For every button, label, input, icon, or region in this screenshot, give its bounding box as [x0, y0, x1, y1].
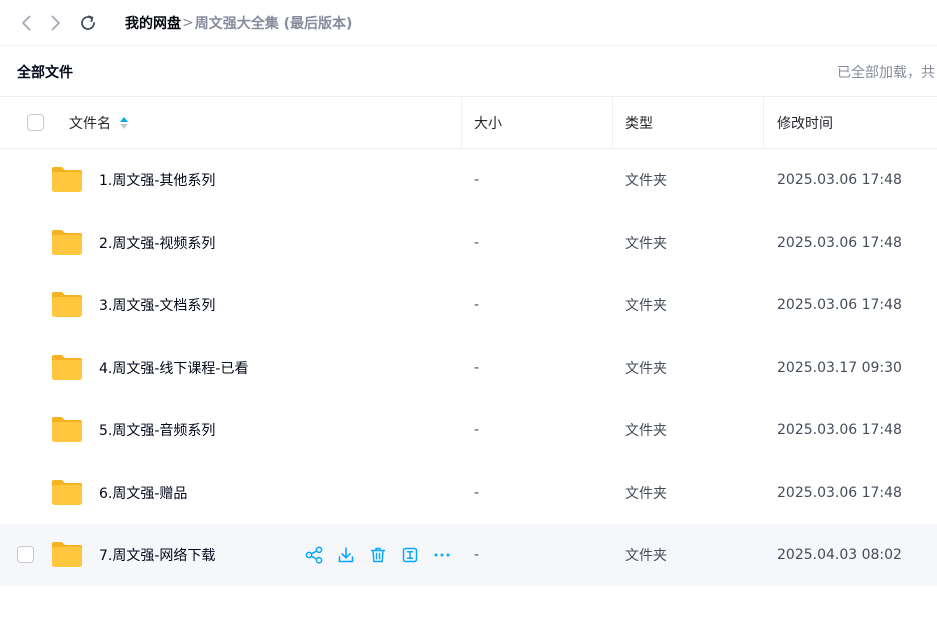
- row-checkbox[interactable]: [17, 546, 34, 563]
- table-row[interactable]: 5.周文强-音频系列 - 文件夹 2025.03.06 17:48: [0, 399, 937, 461]
- table-row[interactable]: 3.周文强-文档系列 - 文件夹 2025.03.06 17:48: [0, 274, 937, 336]
- column-header-size[interactable]: 大小: [474, 97, 502, 148]
- table-row[interactable]: 7.周文强-网络下载 - 文件夹 2025.04.03 08:02: [0, 524, 937, 586]
- share-button[interactable]: [304, 545, 324, 565]
- file-type: 文件夹: [625, 361, 667, 377]
- file-name[interactable]: 6.周文强-赠品: [99, 462, 187, 524]
- file-type: 文件夹: [625, 298, 667, 314]
- delete-icon: [370, 547, 386, 563]
- file-name[interactable]: 2.周文强-视频系列: [99, 212, 215, 274]
- folder-icon: [52, 480, 82, 505]
- file-modified: 2025.04.03 08:02: [777, 547, 902, 563]
- file-type: 文件夹: [625, 423, 667, 439]
- top-bar: 我的网盘 > 周文强大全集 (最后版本): [0, 0, 937, 46]
- rename-icon: [402, 547, 418, 563]
- table-row[interactable]: 1.周文强-其他系列 - 文件夹 2025.03.06 17:48: [0, 149, 937, 211]
- row-actions: [304, 524, 452, 586]
- refresh-icon: [81, 15, 95, 30]
- rename-button[interactable]: [400, 545, 420, 565]
- refresh-button[interactable]: [77, 12, 99, 34]
- forward-button[interactable]: [44, 12, 66, 34]
- folder-icon: [52, 355, 82, 380]
- loaded-status: 已全部加载，共: [837, 65, 935, 81]
- more-icon: [434, 553, 450, 557]
- file-size: -: [474, 297, 480, 313]
- column-header-modified[interactable]: 修改时间: [777, 97, 833, 148]
- folder-icon: [52, 542, 82, 567]
- file-modified: 2025.03.06 17:48: [777, 297, 902, 313]
- download-button[interactable]: [336, 545, 356, 565]
- download-icon: [338, 547, 354, 563]
- file-size: -: [474, 547, 480, 563]
- sort-icon[interactable]: [120, 116, 128, 129]
- share-icon: [305, 546, 323, 564]
- file-modified: 2025.03.17 09:30: [777, 360, 902, 376]
- column-divider: [763, 97, 764, 148]
- breadcrumb: 我的网盘 > 周文强大全集 (最后版本): [125, 13, 352, 33]
- table-row[interactable]: 6.周文强-赠品 - 文件夹 2025.03.06 17:48: [0, 462, 937, 524]
- file-name[interactable]: 4.周文强-线下课程-已看: [99, 337, 248, 399]
- back-icon: [22, 15, 31, 31]
- file-size: -: [474, 422, 480, 438]
- file-size: -: [474, 172, 480, 188]
- file-modified: 2025.03.06 17:48: [777, 422, 902, 438]
- file-size: -: [474, 360, 480, 376]
- folder-icon: [52, 167, 82, 192]
- forward-icon: [51, 15, 60, 31]
- folder-icon: [52, 292, 82, 317]
- file-name[interactable]: 1.周文强-其他系列: [99, 149, 215, 211]
- column-header-name[interactable]: 文件名: [69, 97, 128, 148]
- file-type: 文件夹: [625, 173, 667, 189]
- file-type: 文件夹: [625, 236, 667, 252]
- file-modified: 2025.03.06 17:48: [777, 235, 902, 251]
- folder-icon: [52, 230, 82, 255]
- more-button[interactable]: [432, 545, 452, 565]
- column-divider: [461, 97, 462, 148]
- back-button[interactable]: [16, 12, 38, 34]
- select-all-checkbox[interactable]: [27, 114, 44, 131]
- file-name[interactable]: 7.周文强-网络下载: [99, 524, 215, 586]
- column-divider: [612, 97, 613, 148]
- file-size: -: [474, 235, 480, 251]
- delete-button[interactable]: [368, 545, 388, 565]
- file-type: 文件夹: [625, 548, 667, 564]
- breadcrumb-root[interactable]: 我的网盘: [125, 13, 181, 33]
- file-modified: 2025.03.06 17:48: [777, 172, 902, 188]
- file-modified: 2025.03.06 17:48: [777, 485, 902, 501]
- table-row[interactable]: 2.周文强-视频系列 - 文件夹 2025.03.06 17:48: [0, 212, 937, 274]
- file-name[interactable]: 5.周文强-音频系列: [99, 399, 215, 461]
- breadcrumb-separator: >: [182, 15, 194, 31]
- file-size: -: [474, 485, 480, 501]
- file-name[interactable]: 3.周文强-文档系列: [99, 274, 215, 336]
- section-title: 全部文件: [17, 65, 73, 81]
- column-header-name-label: 文件名: [69, 115, 111, 132]
- folder-icon: [52, 417, 82, 442]
- table-header: 文件名 大小 类型 修改时间: [0, 97, 937, 149]
- table-row[interactable]: 4.周文强-线下课程-已看 - 文件夹 2025.03.17 09:30: [0, 337, 937, 399]
- breadcrumb-current: 周文强大全集 (最后版本): [194, 16, 353, 32]
- file-type: 文件夹: [625, 486, 667, 502]
- column-header-type[interactable]: 类型: [625, 97, 653, 148]
